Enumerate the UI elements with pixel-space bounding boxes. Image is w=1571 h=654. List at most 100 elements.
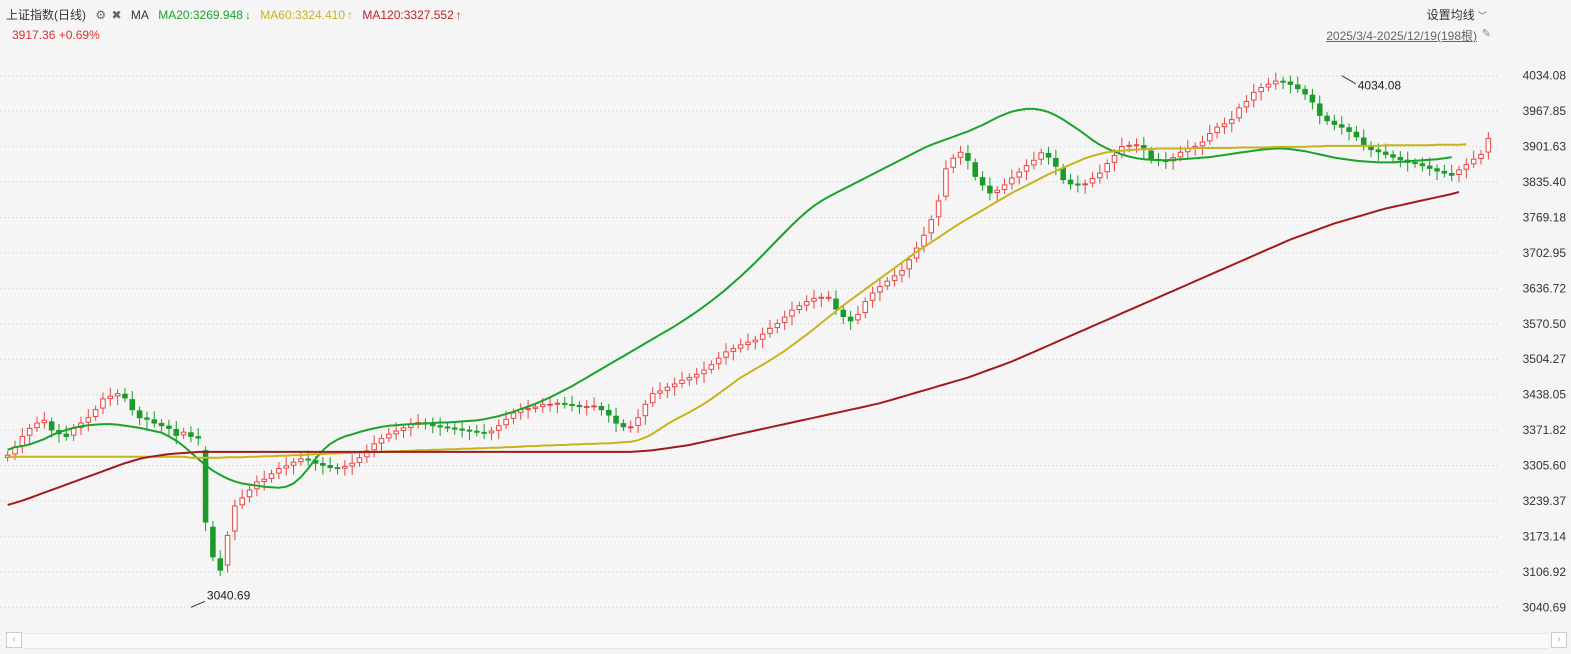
candle-body (569, 403, 575, 406)
annotation-label: 3040.69 (207, 588, 251, 602)
candle-body (1434, 168, 1440, 172)
candle-body (1360, 137, 1367, 146)
candle-body (1236, 107, 1242, 119)
candle-body (342, 465, 348, 469)
candle-body (378, 438, 385, 444)
candle-body (1382, 151, 1389, 155)
candle-body (114, 393, 121, 397)
candle-body (994, 189, 1000, 194)
candle-body (759, 333, 766, 340)
candle-body (745, 341, 751, 346)
candle-body (1104, 163, 1110, 173)
candle-body (635, 417, 641, 426)
candle-body (737, 344, 744, 349)
y-tick-label: 3967.85 (1523, 104, 1567, 118)
candle-body (525, 408, 531, 411)
candle-body (891, 275, 898, 281)
candle-body (811, 297, 817, 302)
candle-body (195, 436, 202, 439)
annotation-arrow (1341, 75, 1356, 85)
candle-body (1097, 172, 1103, 179)
candle-body (1316, 103, 1323, 116)
candle-body (70, 427, 77, 436)
candle-body (1375, 149, 1382, 153)
candle-body (1265, 83, 1272, 88)
candle-body (620, 423, 627, 428)
candle-body (349, 462, 355, 467)
candle-body (965, 152, 971, 161)
y-tick-label: 3636.72 (1523, 281, 1567, 295)
candle-body (210, 526, 216, 558)
candle-body (554, 402, 561, 405)
candle-body (466, 429, 473, 432)
y-tick-label: 3438.05 (1523, 388, 1567, 402)
candle-body (1023, 165, 1030, 172)
candle-body (1302, 88, 1308, 95)
candle-body (781, 316, 788, 324)
candle-body (41, 419, 48, 424)
candle-body (430, 423, 436, 427)
candle-body (598, 405, 605, 411)
candle-body (34, 422, 40, 429)
candle-body (825, 296, 832, 299)
candle-body (48, 421, 55, 431)
candle-body (173, 428, 180, 436)
candle-body (1031, 159, 1037, 166)
candle-body (1251, 91, 1257, 101)
candle-body (481, 431, 487, 434)
candle-body (1082, 183, 1088, 186)
candle-body (767, 327, 773, 334)
candle-body (855, 313, 861, 321)
candle-body (100, 398, 106, 409)
candle-body (1133, 144, 1140, 147)
candle-body (1463, 164, 1470, 170)
candle-body (1207, 133, 1213, 142)
candle-body (1331, 120, 1338, 125)
candle-body (1412, 162, 1418, 165)
candle-body (752, 339, 759, 343)
scroll-right-button[interactable]: › (1551, 632, 1567, 648)
scrollbar-track[interactable] (23, 633, 1548, 649)
candle-body (1272, 80, 1279, 85)
candle-body (180, 431, 187, 436)
candle-body (935, 200, 942, 218)
candle-body (327, 465, 333, 468)
candle-body (452, 427, 458, 430)
candle-body (1016, 171, 1022, 178)
candle-body (1001, 184, 1008, 190)
candle-body (1448, 172, 1455, 176)
candle-body (63, 433, 70, 437)
candle-body (290, 461, 297, 466)
candle-body (19, 435, 26, 447)
candle-body (400, 427, 407, 432)
candle-body (1390, 154, 1396, 158)
candle-body (1280, 80, 1286, 83)
candle-body (723, 351, 729, 358)
candle-body (884, 280, 891, 287)
candle-body (774, 323, 781, 329)
y-tick-label: 3835.40 (1523, 175, 1567, 189)
y-tick-label: 3173.14 (1523, 529, 1567, 543)
candle-body (664, 386, 671, 391)
candle-body (232, 505, 238, 532)
candle-body (679, 379, 685, 384)
candle-body (217, 558, 224, 571)
candle-body (627, 426, 634, 429)
candle-body (334, 467, 341, 470)
candle-body (1038, 152, 1044, 160)
scroll-left-button[interactable]: ‹ (6, 632, 22, 648)
candle-body (386, 433, 392, 439)
candlestick-chart: 3040.69 3106.92 3173.14 3239.37 3305.60 3371.… (0, 69, 1567, 649)
candle-body (1287, 81, 1294, 85)
candle-body (1060, 167, 1066, 181)
candle-body (1243, 100, 1250, 108)
candle-body (1294, 84, 1301, 90)
y-tick-label: 4034.08 (1523, 69, 1567, 83)
candle-body (649, 393, 656, 404)
candle-body (437, 425, 443, 428)
candle-body (1111, 154, 1118, 163)
candle-body (298, 458, 304, 463)
candle-body (708, 364, 715, 370)
candle-body (605, 409, 612, 416)
candle-body (503, 418, 509, 426)
